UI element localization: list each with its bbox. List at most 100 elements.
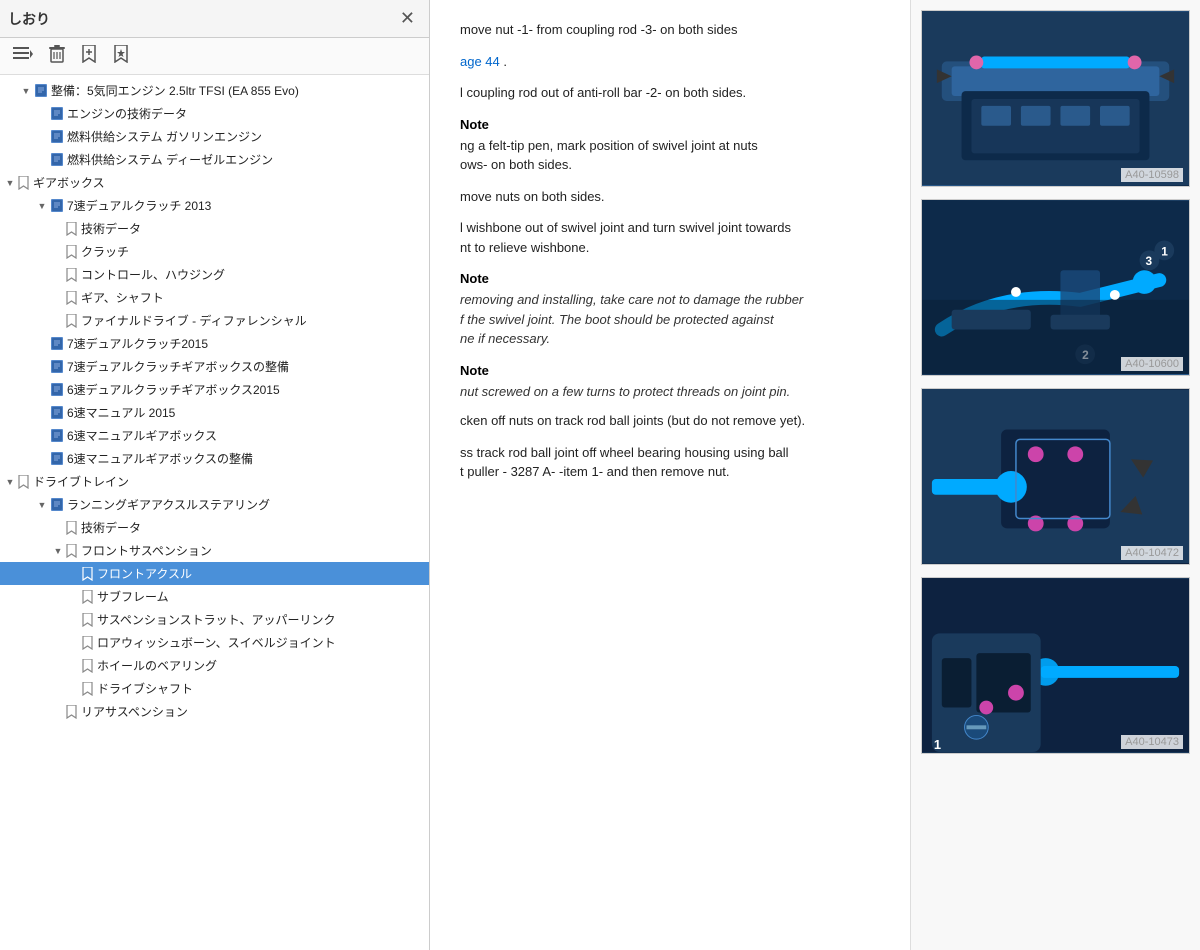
tree-item-item-18[interactable]: ▼ ドライブトレイン [0, 470, 429, 493]
tree-item-label: 6速デュアルクラッチギアボックス2015 [67, 381, 280, 398]
tree-item-item-4[interactable]: 燃料供給システム ディーゼルエンジン [0, 148, 429, 171]
bookmark-icon [66, 313, 77, 328]
toolbar [0, 38, 429, 75]
expand-button[interactable]: ▼ [20, 86, 32, 96]
diagram-1: A40-10598 [921, 10, 1190, 187]
bookmark-icon [82, 589, 93, 604]
diagram-3: A40-10472 [921, 388, 1190, 565]
tree-item-label: リアサスペンション [81, 703, 188, 720]
expand-button[interactable]: ▼ [52, 546, 64, 556]
step-3-text: l coupling rod out of anti-roll bar -2- … [460, 85, 746, 100]
bookmark-icon [66, 221, 77, 236]
bookmark-add-button[interactable] [76, 42, 102, 70]
doc-icon [50, 336, 64, 352]
tree-item-item-8[interactable]: クラッチ [0, 240, 429, 263]
page-link[interactable]: age 44 [460, 54, 500, 69]
doc-icon [50, 428, 64, 444]
tree-item-item-21[interactable]: ▼ フロントサスペンション [0, 539, 429, 562]
expand-button[interactable]: ▼ [4, 178, 16, 188]
menu-dropdown-button[interactable] [8, 43, 38, 69]
delete-button[interactable] [44, 42, 70, 70]
tree-item-label: ホイールのベアリング [97, 657, 217, 674]
doc-icon [50, 106, 64, 122]
tree-item-item-23[interactable]: サブフレーム [0, 585, 429, 608]
expand-button[interactable]: ▼ [36, 201, 48, 211]
tree-item-item-22[interactable]: フロントアクスル [0, 562, 429, 585]
note-6-text: cken off nuts on track rod ball joints (… [460, 411, 880, 431]
tree-item-item-25[interactable]: ロアウィッシュボーン、スイベルジョイント [0, 631, 429, 654]
note-1-text: ng a felt-tip pen, mark position of swiv… [460, 136, 880, 175]
bookmark-icon [66, 244, 77, 259]
tree-item-item-10[interactable]: ギア、シャフト [0, 286, 429, 309]
bookmark-icon [18, 474, 29, 489]
tree-item-item-3[interactable]: 燃料供給システム ガソリンエンジン [0, 125, 429, 148]
doc-icon [34, 83, 48, 99]
diagram-2-label: A40-10600 [1121, 357, 1183, 371]
tree-item-item-20[interactable]: 技術データ [0, 516, 429, 539]
tree-item-label: ドライブトレイン [33, 473, 129, 490]
tree-item-item-9[interactable]: コントロール、ハウジング [0, 263, 429, 286]
doc-icon [50, 152, 64, 168]
bookmark-icon [82, 612, 93, 627]
tree-item-item-12[interactable]: 7速デュアルクラッチ2015 [0, 332, 429, 355]
bookmark-icon [66, 520, 77, 535]
tree-item-item-14[interactable]: 6速デュアルクラッチギアボックス2015 [0, 378, 429, 401]
tree-item-label: 技術データ [81, 519, 141, 536]
left-panel: しおり ✕ [0, 0, 430, 950]
bookmark-star-button[interactable] [108, 42, 134, 70]
bookmark-icon [82, 566, 93, 581]
tree-item-label: フロントアクスル [97, 565, 192, 582]
tree-item-label: コントロール、ハウジング [81, 266, 225, 283]
note-3-text: l wishbone out of swivel joint and turn … [460, 218, 880, 257]
bookmark-icon [18, 175, 29, 190]
tree-item-label: 6速マニュアルギアボックス [67, 427, 217, 444]
tree-item-item-24[interactable]: サスペンションストラット、アッパーリンク [0, 608, 429, 631]
doc-icon [50, 382, 64, 398]
diagram-3-label: A40-10472 [1121, 546, 1183, 560]
tree-item-item-13[interactable]: 7速デュアルクラッチギアボックスの整備 [0, 355, 429, 378]
instruction-step-2: age 44 . [460, 52, 880, 72]
doc-icon [50, 405, 64, 421]
tree-item-item-19[interactable]: ▼ ランニングギアアクスルステアリング [0, 493, 429, 516]
image-panel: A40-10598 [910, 0, 1200, 950]
expand-button[interactable]: ▼ [36, 500, 48, 510]
note-5-text: nut screwed on a few turns to protect th… [460, 382, 880, 402]
tree-item-item-1[interactable]: ▼整備：5気同エンジン 2.5ltr TFSI (EA 855 Evo) [0, 79, 429, 102]
tree-item-item-7[interactable]: 技術データ [0, 217, 429, 240]
doc-icon [50, 198, 64, 214]
tree-item-item-6[interactable]: ▼7速デュアルクラッチ 2013 [0, 194, 429, 217]
tree-item-label: ギア、シャフト [81, 289, 164, 306]
bookmark-icon [66, 267, 77, 282]
tree-item-label: ランニングギアアクスルステアリング [67, 496, 270, 513]
text-content: move nut -1- from coupling rod -3- on bo… [430, 0, 910, 950]
tree-item-item-5[interactable]: ▼ ギアボックス [0, 171, 429, 194]
doc-icon [50, 497, 64, 513]
tree-item-item-16[interactable]: 6速マニュアルギアボックス [0, 424, 429, 447]
expand-button[interactable]: ▼ [4, 477, 16, 487]
tree-item-label: サスペンションストラット、アッパーリンク [97, 611, 335, 628]
bookmark-icon [66, 704, 77, 719]
diagram-4: 1 A40-10473 [921, 577, 1190, 754]
bookmark-icon [82, 681, 93, 696]
diagram-img-1: A40-10598 [922, 11, 1189, 186]
diagram-1-label: A40-10598 [1121, 168, 1183, 182]
tree-item-item-27[interactable]: ドライブシャフト [0, 677, 429, 700]
tree-item-label: 7速デュアルクラッチ2015 [67, 335, 208, 352]
note-2-text: move nuts on both sides. [460, 187, 880, 207]
tree-item-item-2[interactable]: エンジンの技術データ [0, 102, 429, 125]
right-panel: move nut -1- from coupling rod -3- on bo… [430, 0, 1200, 950]
diagram-img-2: 1 2 3 A40-10600 [922, 200, 1189, 375]
diagram-img-4: 1 A40-10473 [922, 578, 1189, 753]
tree-item-item-17[interactable]: 6速マニュアルギアボックスの整備 [0, 447, 429, 470]
bookmark-icon [82, 635, 93, 650]
tree-item-item-28[interactable]: リアサスペンション [0, 700, 429, 723]
tree-item-label: 6速マニュアル 2015 [67, 404, 175, 421]
tree-item-label: フロントサスペンション [81, 542, 212, 559]
tree-item-label: エンジンの技術データ [67, 105, 187, 122]
note-4-label: Note [460, 271, 880, 286]
close-button[interactable]: ✕ [394, 6, 421, 31]
tree-item-item-26[interactable]: ホイールのベアリング [0, 654, 429, 677]
tree-item-item-15[interactable]: 6速マニュアル 2015 [0, 401, 429, 424]
tree-item-item-11[interactable]: ファイナルドライブ - ディファレンシャル [0, 309, 429, 332]
tree-item-label: ギアボックス [33, 174, 105, 191]
